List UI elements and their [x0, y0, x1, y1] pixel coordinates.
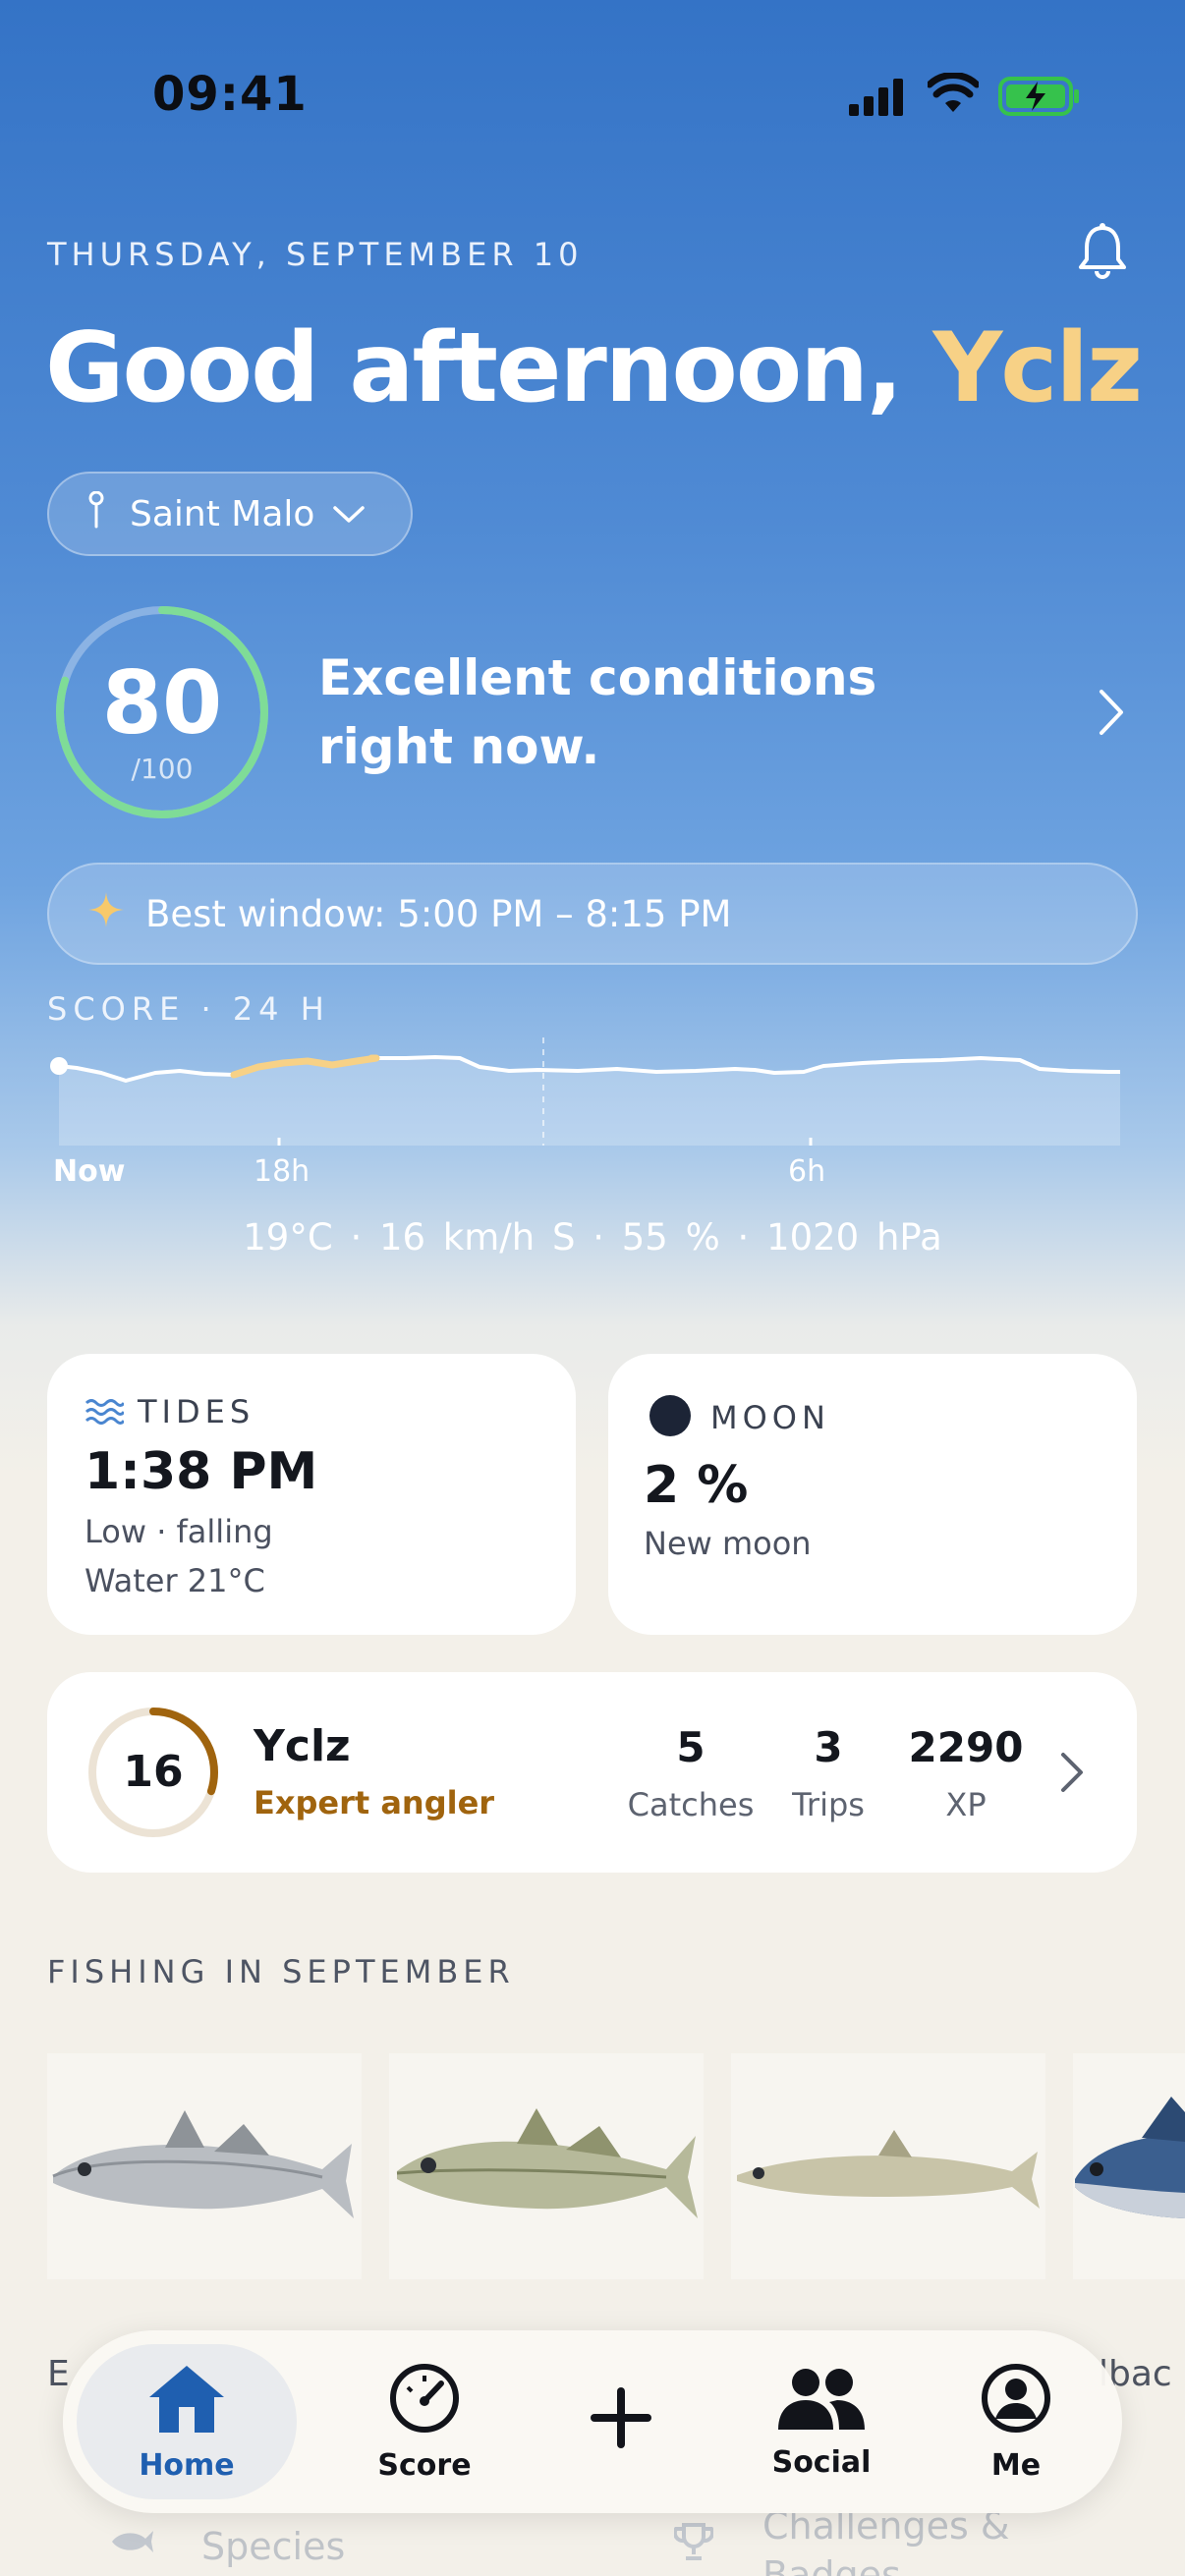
date-label: THURSDAY, SEPTEMBER 10	[47, 236, 584, 273]
weather-separator: ·	[592, 1216, 622, 1259]
moon-card[interactable]: MOON 2 % New moon	[608, 1354, 1137, 1635]
pin-icon	[88, 490, 104, 537]
nav-add-button[interactable]	[525, 2330, 717, 2513]
nav-score-label: Score	[377, 2447, 472, 2483]
nav-home-label: Home	[139, 2447, 235, 2483]
chevron-down-icon	[332, 494, 366, 534]
fish-label-fragment: E	[47, 2354, 70, 2394]
people-icon	[774, 2365, 869, 2441]
nav-social-label: Social	[771, 2444, 872, 2480]
weather-summary: 19°C · 16 km/h S · 55 % · 1020 hPa	[0, 1216, 1185, 1259]
weather-temp: 19°C	[243, 1216, 333, 1259]
greeting-text: Good afternoon,	[45, 312, 903, 424]
weather-separator: ·	[737, 1216, 767, 1259]
weather-humidity: 55 %	[621, 1216, 720, 1259]
sand-eel-image	[737, 2130, 1040, 2209]
fish-card-sand-eel[interactable]	[731, 2053, 1045, 2279]
profile-name: Yclz	[254, 1721, 351, 1771]
bottom-nav: Home Score Social Me	[63, 2330, 1122, 2513]
sea-bass-image	[52, 2110, 354, 2218]
water-temp: Water 21°C	[85, 1562, 265, 1599]
tick-now: Now	[53, 1154, 126, 1189]
moon-label: MOON	[710, 1399, 830, 1436]
greeting-user-name: Yclz	[932, 312, 1143, 424]
battery-icon	[998, 77, 1081, 120]
weather-wind: 16 km/h S	[378, 1216, 576, 1259]
fish-card-sea-bass[interactable]	[47, 2053, 362, 2279]
nav-home[interactable]: Home	[77, 2330, 297, 2513]
profile-card[interactable]: 16 Yclz Expert angler 5 Catches 3 Trips …	[47, 1672, 1137, 1873]
chevron-right-icon[interactable]	[1097, 688, 1126, 741]
location-label: Saint Malo	[130, 493, 315, 534]
signal-icon	[849, 77, 908, 120]
score-chart-label: SCORE · 24 H	[47, 990, 330, 1028]
nav-me-label: Me	[990, 2447, 1042, 2483]
catches-label: Catches	[627, 1786, 755, 1823]
trips-count: 3	[814, 1723, 843, 1771]
moon-phase: New moon	[644, 1525, 812, 1562]
tides-label: TIDES	[138, 1393, 255, 1430]
status-time: 09:41	[152, 67, 308, 122]
weather-pressure: 1020 hPa	[766, 1216, 942, 1259]
profile-title: Expert angler	[254, 1784, 495, 1821]
best-window-pill[interactable]: Best window: 5:00 PM – 8:15 PM	[47, 863, 1138, 965]
score-value: 80	[101, 652, 223, 754]
challenges-line2: Badges	[762, 2553, 901, 2576]
fish-card-mackerel[interactable]	[389, 2053, 704, 2279]
waves-icon	[85, 1397, 126, 1430]
location-selector[interactable]: Saint Malo	[47, 472, 413, 556]
fish-card-albacore[interactable]	[1073, 2053, 1185, 2279]
plus-icon	[591, 2387, 651, 2456]
level-value: 16	[123, 1747, 184, 1797]
nav-social[interactable]: Social	[723, 2330, 920, 2513]
species-section-title: FISHING IN SEPTEMBER	[47, 1953, 515, 1990]
wifi-icon	[926, 72, 981, 118]
xp-label: XP	[945, 1786, 987, 1823]
score-ring[interactable]: 80 /100	[53, 603, 271, 821]
tick-18h: 18h	[254, 1154, 310, 1189]
score-chart	[47, 1032, 1128, 1159]
trips-label: Trips	[792, 1786, 865, 1823]
tick-6h: 6h	[788, 1154, 826, 1189]
moon-percent: 2 %	[644, 1456, 749, 1515]
profile-icon	[980, 2362, 1052, 2442]
fish-small-icon	[110, 2527, 155, 2560]
trophy-icon	[672, 2521, 715, 2566]
chevron-right-icon	[1059, 1751, 1085, 1798]
score-message: Excellent conditions right now.	[318, 649, 877, 775]
tide-time: 1:38 PM	[85, 1442, 318, 1501]
score-max: /100	[131, 753, 194, 785]
nav-score[interactable]: Score	[326, 2330, 523, 2513]
species-link[interactable]: Species	[201, 2525, 345, 2568]
best-window-label: Best window: 5:00 PM – 8:15 PM	[145, 892, 732, 935]
tides-card[interactable]: TIDES 1:38 PM Low · falling Water 21°C	[47, 1354, 576, 1635]
now-marker	[50, 1057, 68, 1075]
sparkle-icon	[88, 891, 124, 936]
greeting-title: Good afternoon, Yclz	[45, 312, 1143, 424]
horse-mackerel-image	[396, 2108, 698, 2218]
weather-separator: ·	[350, 1216, 379, 1259]
level-ring: 16	[86, 1706, 220, 1839]
gauge-icon	[388, 2362, 461, 2442]
bell-icon[interactable]	[1075, 222, 1130, 285]
albacore-image	[1075, 2097, 1185, 2218]
tide-state: Low · falling	[85, 1513, 273, 1550]
xp-value: 2290	[908, 1723, 1024, 1771]
nav-me[interactable]: Me	[928, 2330, 1104, 2513]
moon-icon	[649, 1395, 691, 1436]
catches-count: 5	[676, 1723, 705, 1771]
home-icon	[145, 2362, 228, 2442]
